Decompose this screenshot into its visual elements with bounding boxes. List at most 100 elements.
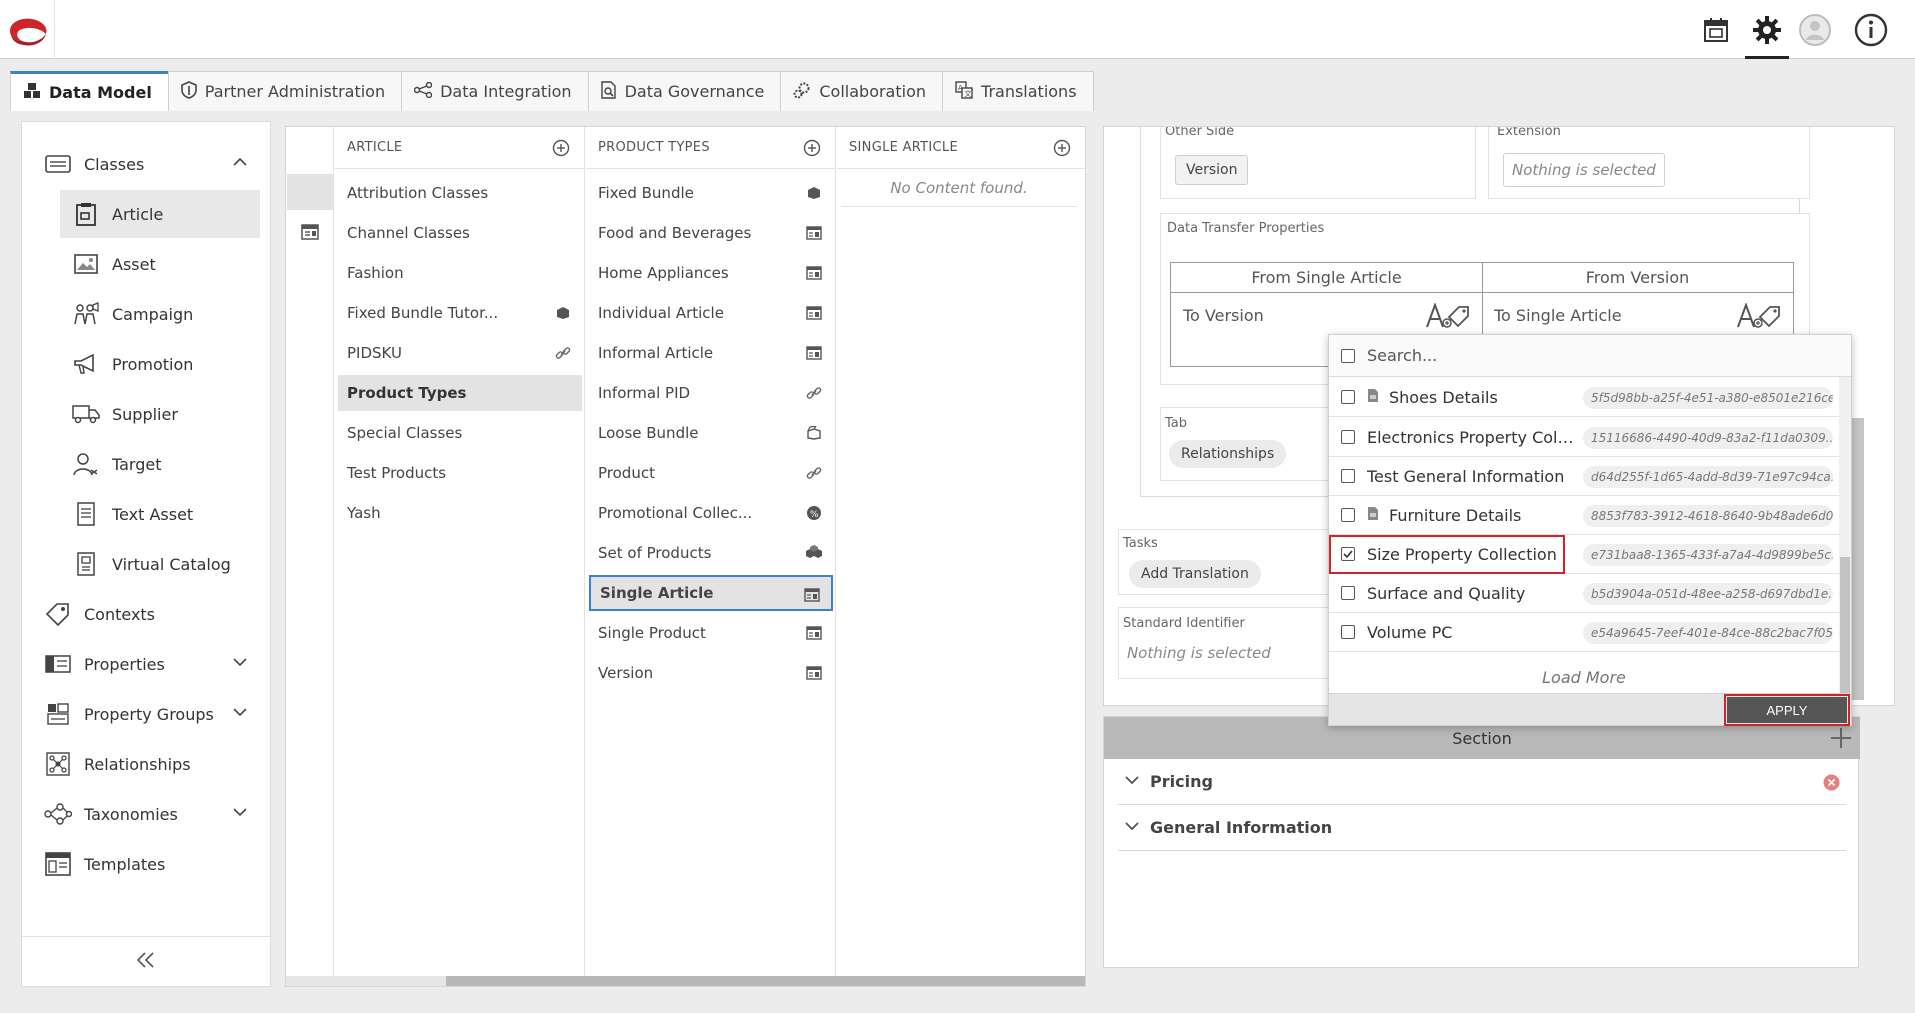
chevron-up-icon[interactable] [232,154,248,174]
list-item-food-and-beverages[interactable]: Food and Beverages [589,215,833,251]
other-side-chip[interactable]: Version [1175,155,1249,185]
item-checkbox[interactable] [1341,469,1355,483]
tab-collaboration[interactable]: Collaboration [780,71,944,111]
nav-label: Contexts [84,604,156,624]
list-item-promotional-collection[interactable]: Promotional Collec...% [589,495,833,531]
list-item-yash[interactable]: Yash [338,495,582,531]
translate-tag-icon[interactable] [1736,302,1782,333]
list-item-product[interactable]: Product [589,455,833,491]
list-item-channel-classes[interactable]: Channel Classes [338,215,582,251]
list-item-version[interactable]: Version [589,655,833,691]
dropdown-item[interactable]: Furniture Details 8853f783-3912-4618-864… [1329,496,1839,535]
extension-select[interactable]: Nothing is selected [1503,153,1665,187]
chevron-down-icon[interactable] [232,654,248,674]
tab-translations[interactable]: A文 Translations [942,71,1094,111]
list-item-loose-bundle[interactable]: Loose Bundle [589,415,833,451]
list-item-single-article[interactable]: Single Article [589,575,833,611]
chevron-down-icon[interactable] [1124,818,1140,838]
remove-circle-icon[interactable] [1823,774,1840,795]
gear-icon[interactable] [1749,12,1785,48]
nav-item-target[interactable]: Target [22,440,270,488]
info-icon[interactable] [1853,12,1889,48]
item-name: Volume PC [1367,622,1453,642]
list-item-individual-article[interactable]: Individual Article [589,295,833,331]
list-view-icon [805,344,823,362]
tab-data-integration[interactable]: Data Integration [401,71,589,111]
dropdown-item[interactable]: Surface and Quality b5d3904a-051d-48ee-a… [1329,574,1839,613]
dropdown-search[interactable]: Search... [1329,335,1851,377]
scrollbar-thumb[interactable] [446,976,1085,986]
nav-item-campaign[interactable]: Campaign [22,290,270,338]
nav-item-supplier[interactable]: Supplier [22,390,270,438]
nav-item-classes[interactable]: Classes [22,140,270,188]
list-item-informal-pid[interactable]: Informal PID [589,375,833,411]
add-section-plus-icon[interactable] [1830,727,1852,753]
chevron-down-icon[interactable] [232,704,248,724]
dropdown-item-selected[interactable]: Size Property Collection e731baa8-1365-4… [1329,535,1839,574]
section-row-general-information[interactable]: General Information [1118,805,1846,851]
tab-data-governance[interactable]: Data Governance [587,71,782,111]
calendar-board-icon[interactable] [1698,12,1734,48]
list-item-test-products[interactable]: Test Products [338,455,582,491]
nav-item-contexts[interactable]: Contexts [22,590,270,638]
item-checkbox[interactable] [1341,390,1355,404]
dropdown-item[interactable]: Test General Information d64d255f-1d65-4… [1329,457,1839,496]
list-item-home-appliances[interactable]: Home Appliances [589,255,833,291]
chevron-down-icon[interactable] [1124,772,1140,792]
item-checkbox[interactable] [1341,586,1355,600]
search-input[interactable]: Search... [1367,346,1437,365]
svg-text:文: 文 [965,89,972,98]
list-item-fashion[interactable]: Fashion [338,255,582,291]
standard-identifier-placeholder[interactable]: Nothing is selected [1127,644,1271,662]
translate-tag-icon[interactable] [1425,302,1471,333]
nav-item-properties[interactable]: Properties [22,640,270,688]
nav-item-property-groups[interactable]: Property Groups [22,690,270,738]
list-item-product-types[interactable]: Product Types [338,375,582,411]
nav-item-article[interactable]: Article [60,190,260,238]
horizontal-scrollbar[interactable] [286,976,1085,986]
apply-button[interactable]: APPLY [1724,694,1850,726]
add-circle-icon[interactable] [552,139,570,161]
dropdown-item[interactable]: Shoes Details 5f5d98bb-a25f-4e51-a380-e8… [1329,378,1839,417]
user-avatar-icon[interactable] [1797,12,1833,48]
nav-item-text-asset[interactable]: Text Asset [22,490,270,538]
tab-data-model[interactable]: Data Model [10,71,169,111]
chevron-down-icon[interactable] [232,804,248,824]
item-checkbox[interactable] [1341,625,1355,639]
nav-item-promotion[interactable]: Promotion [22,340,270,388]
scrollbar-thumb[interactable] [1852,418,1864,700]
logo-icon[interactable] [4,14,50,48]
item-checkbox[interactable] [1341,430,1355,444]
add-circle-icon[interactable] [1053,139,1071,161]
nav-item-taxonomies[interactable]: Taxonomies [22,790,270,838]
list-item-set-of-products[interactable]: Set of Products [589,535,833,571]
list-view-icon[interactable] [301,224,319,244]
nav-item-asset[interactable]: Asset [22,240,270,288]
list-item-fixed-bundle-tutor[interactable]: Fixed Bundle Tutor... [338,295,582,331]
dropdown-item[interactable]: Electronics Property Colle... 15116686-4… [1329,418,1839,457]
scrollbar-thumb[interactable] [1840,557,1850,693]
item-name: Shoes Details [1389,387,1498,407]
add-translation-pill[interactable]: Add Translation [1129,560,1261,588]
list-item-fixed-bundle[interactable]: Fixed Bundle [589,175,833,211]
dropdown-item[interactable]: Volume PC e54a9645-7eef-401e-84ce-88c2ba… [1329,613,1839,652]
tab-partner-administration[interactable]: Partner Administration [167,71,403,111]
list-item-pidsku[interactable]: PIDSKU [338,335,582,371]
add-circle-icon[interactable] [803,139,821,161]
item-id-badge: 8853f783-3912-4618-8640-9b48ade6d0... [1583,505,1833,527]
section-row-label: Pricing [1150,772,1213,791]
load-more-link[interactable]: Load More [1329,661,1839,693]
collapse-sidebar-button[interactable] [22,936,270,986]
nav-item-virtual-catalog[interactable]: Virtual Catalog [22,540,270,588]
list-item-informal-article[interactable]: Informal Article [589,335,833,371]
section-panel: Section Pricing General Information [1103,716,1860,968]
list-item-special-classes[interactable]: Special Classes [338,415,582,451]
tab-value-pill[interactable]: Relationships [1169,440,1287,468]
item-checkbox[interactable] [1341,508,1355,522]
section-row-pricing[interactable]: Pricing [1118,759,1846,805]
nav-item-relationships[interactable]: Relationships [22,740,270,788]
list-item-attribution-classes[interactable]: Attribution Classes [338,175,582,211]
list-item-single-product[interactable]: Single Product [589,615,833,651]
nav-item-templates[interactable]: Templates [22,840,270,888]
select-all-checkbox[interactable] [1341,348,1355,363]
